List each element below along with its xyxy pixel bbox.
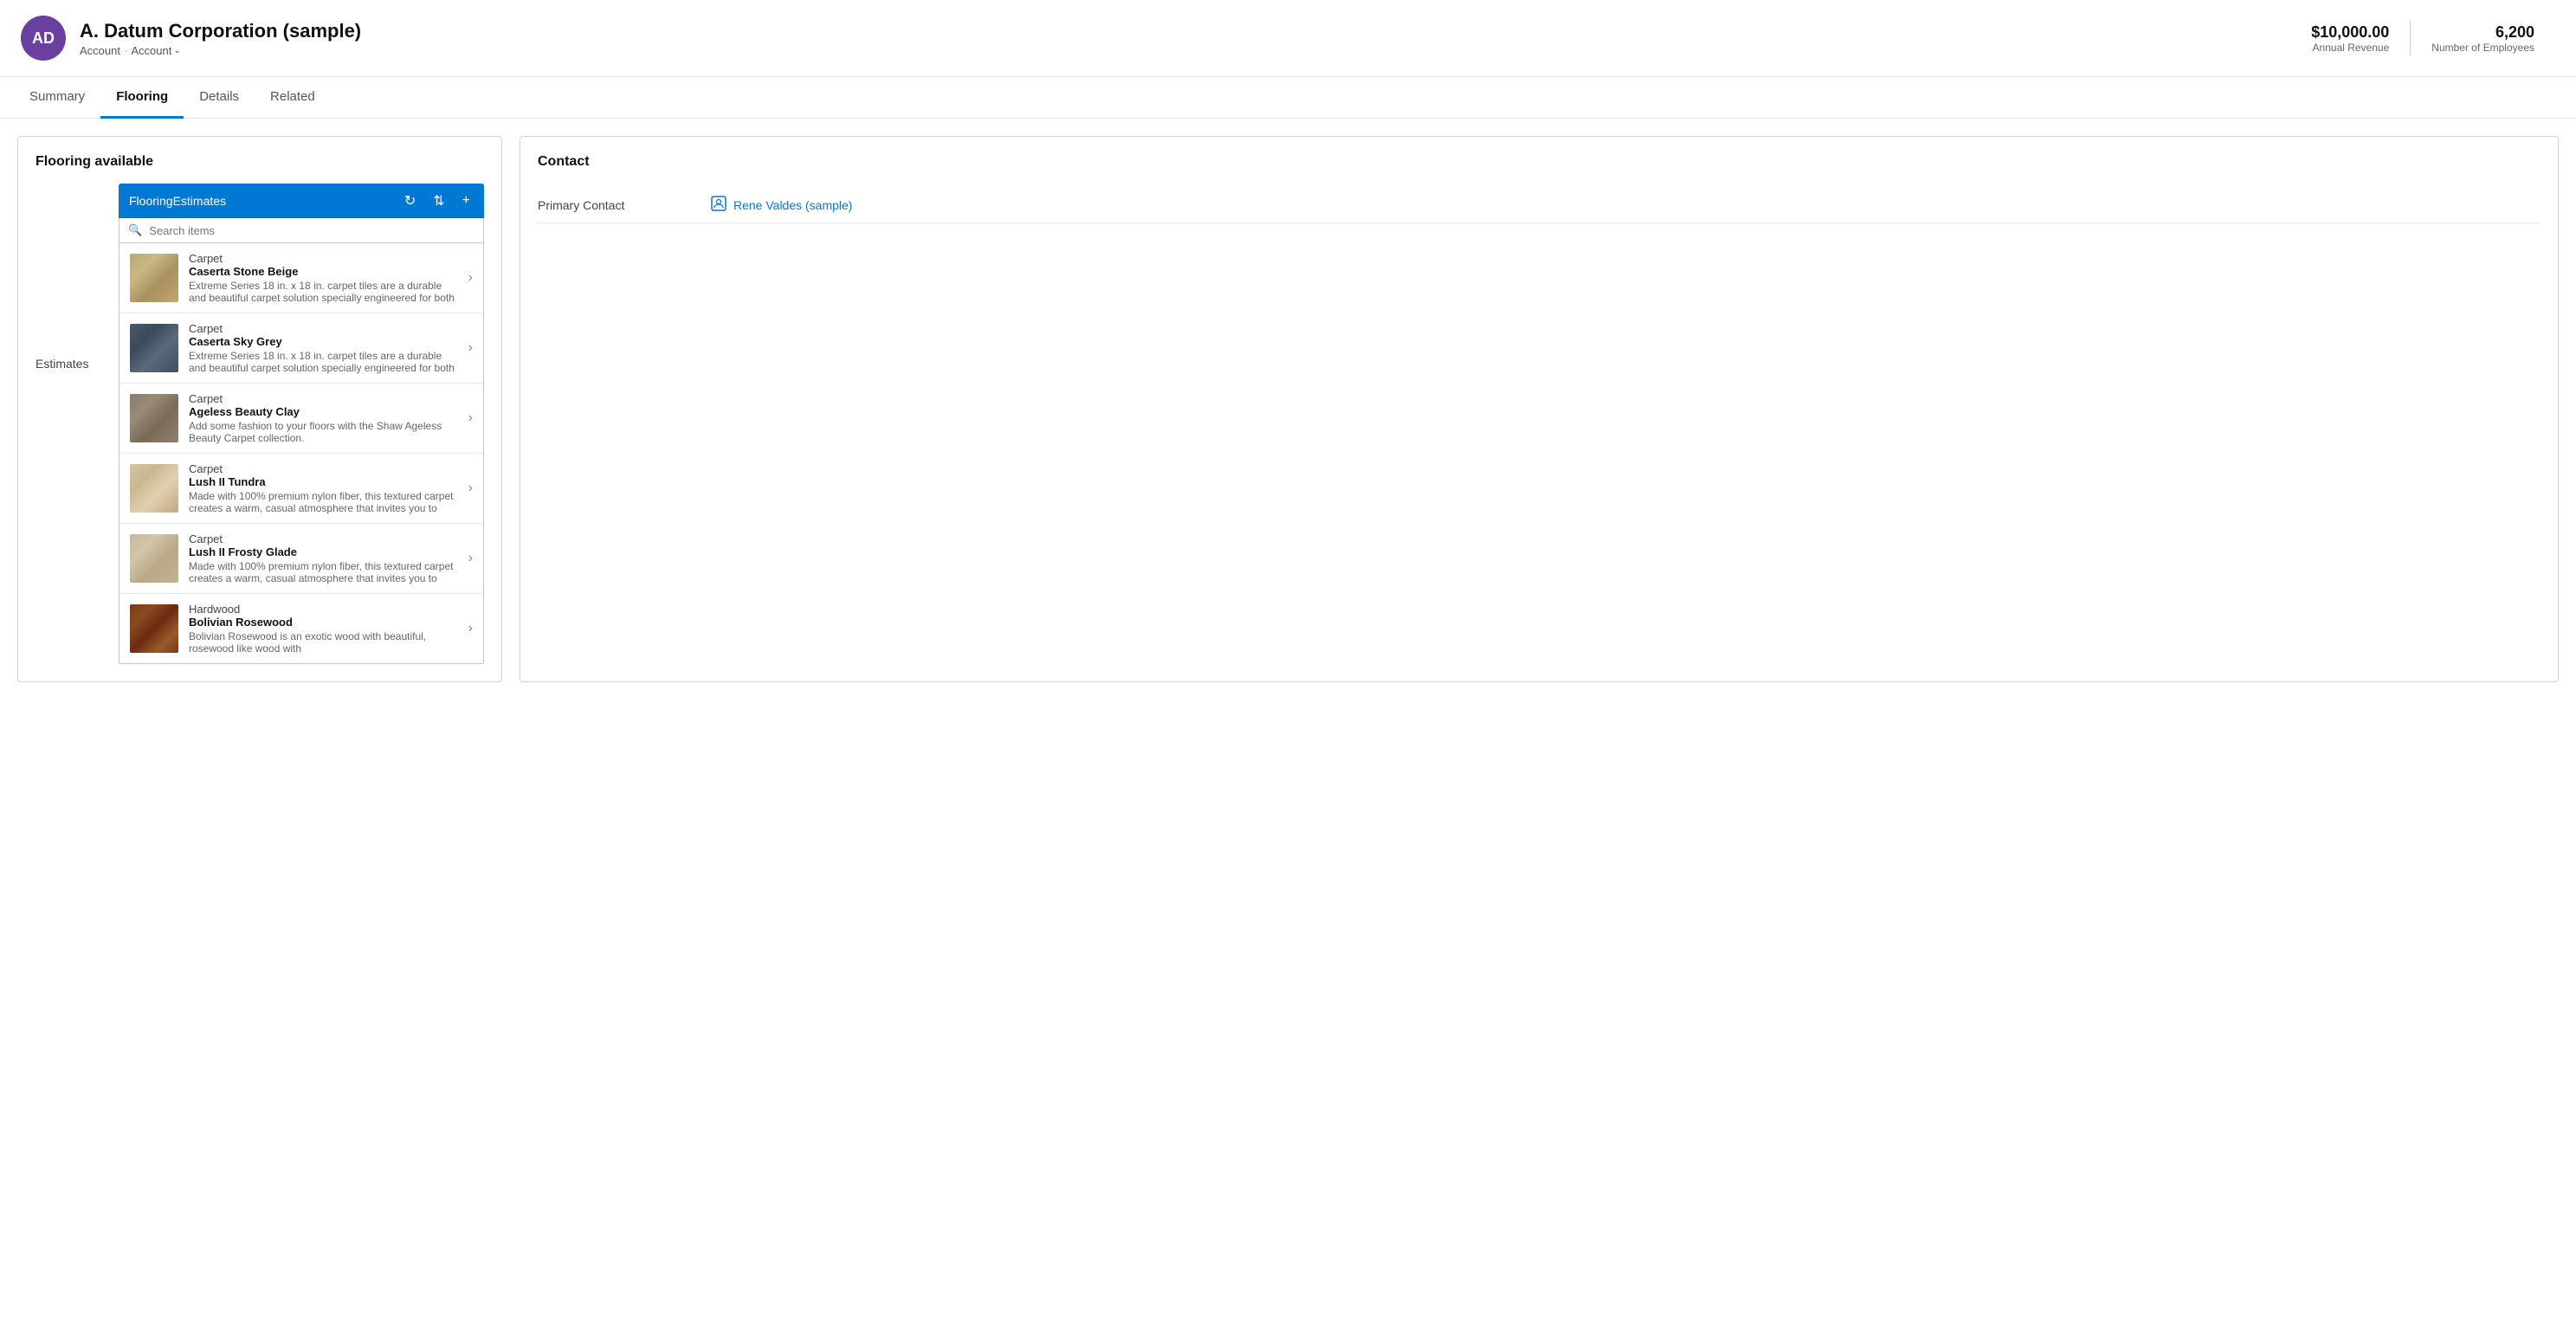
item-description: Extreme Series 18 in. x 18 in. carpet ti…: [189, 280, 458, 304]
header-title-block: A. Datum Corporation (sample) Account · …: [80, 20, 361, 57]
tab-related[interactable]: Related: [255, 77, 331, 119]
item-chevron-icon: ›: [468, 621, 473, 636]
item-name: Ageless Beauty Clay: [189, 405, 458, 418]
annual-revenue-stat: $10,000.00 Annual Revenue: [2290, 23, 2410, 54]
item-thumbnail: [130, 604, 178, 653]
item-info: Carpet Caserta Stone Beige Extreme Serie…: [189, 252, 458, 304]
contact-row: Primary Contact Rene Valdes (sample): [538, 187, 2540, 223]
item-description: Add some fashion to your floors with the…: [189, 420, 458, 444]
left-panel: Flooring available Estimates FlooringEst…: [17, 136, 502, 682]
item-type: Carpet: [189, 532, 458, 545]
item-info: Carpet Ageless Beauty Clay Add some fash…: [189, 392, 458, 444]
item-name: Lush II Tundra: [189, 475, 458, 488]
tab-summary[interactable]: Summary: [14, 77, 100, 119]
list-item[interactable]: Carpet Lush II Frosty Glade Made with 10…: [119, 524, 483, 594]
nav-tabs: Summary Flooring Details Related: [0, 77, 2576, 119]
breadcrumb-chevron-icon: ⌄: [173, 46, 180, 55]
list-item[interactable]: Carpet Caserta Sky Grey Extreme Series 1…: [119, 313, 483, 384]
page-header: AD A. Datum Corporation (sample) Account…: [0, 0, 2576, 77]
right-panel: Contact Primary Contact Rene Valdes (sam…: [520, 136, 2559, 682]
item-name: Bolivian Rosewood: [189, 616, 458, 629]
employees-stat: 6,200 Number of Employees: [2411, 23, 2555, 54]
item-description: Extreme Series 18 in. x 18 in. carpet ti…: [189, 350, 458, 374]
item-info: Carpet Caserta Sky Grey Extreme Series 1…: [189, 322, 458, 374]
item-type: Hardwood: [189, 603, 458, 616]
contact-person-icon: [711, 196, 726, 214]
item-chevron-icon: ›: [468, 410, 473, 426]
item-chevron-icon: ›: [468, 340, 473, 356]
list-item[interactable]: Carpet Lush II Tundra Made with 100% pre…: [119, 454, 483, 524]
breadcrumb-separator: ·: [124, 44, 127, 57]
flooring-items-list: Carpet Caserta Stone Beige Extreme Serie…: [119, 243, 484, 664]
search-icon: 🔍: [128, 223, 142, 237]
item-type: Carpet: [189, 322, 458, 335]
toolbar-title: FlooringEstimates: [129, 194, 391, 208]
breadcrumb: Account · Account ⌄: [80, 44, 361, 57]
main-content: Flooring available Estimates FlooringEst…: [0, 119, 2576, 700]
item-thumbnail: [130, 324, 178, 372]
list-toolbar: FlooringEstimates ↻ ⇅ +: [119, 184, 484, 218]
item-description: Bolivian Rosewood is an exotic wood with…: [189, 630, 458, 655]
item-chevron-icon: ›: [468, 551, 473, 566]
refresh-button[interactable]: ↻: [401, 190, 419, 211]
list-item[interactable]: Carpet Caserta Stone Beige Extreme Serie…: [119, 243, 483, 313]
item-info: Carpet Lush II Tundra Made with 100% pre…: [189, 462, 458, 514]
annual-revenue-value: $10,000.00: [2311, 23, 2389, 42]
add-button[interactable]: +: [459, 191, 474, 210]
company-name: A. Datum Corporation (sample): [80, 20, 361, 42]
item-type: Carpet: [189, 392, 458, 405]
primary-contact-name: Rene Valdes (sample): [733, 198, 852, 212]
item-type: Carpet: [189, 462, 458, 475]
item-thumbnail: [130, 534, 178, 583]
tab-flooring[interactable]: Flooring: [100, 77, 184, 119]
tab-details[interactable]: Details: [184, 77, 255, 119]
primary-contact-link[interactable]: Rene Valdes (sample): [711, 196, 852, 214]
breadcrumb-account2[interactable]: Account ⌄: [131, 44, 180, 57]
sort-button[interactable]: ⇅: [429, 190, 448, 211]
item-thumbnail: [130, 464, 178, 513]
search-bar: 🔍: [119, 218, 484, 243]
breadcrumb-account1: Account: [80, 44, 120, 57]
header-left: AD A. Datum Corporation (sample) Account…: [21, 16, 361, 61]
item-name: Caserta Stone Beige: [189, 265, 458, 278]
header-right: $10,000.00 Annual Revenue 6,200 Number o…: [2290, 21, 2555, 55]
item-info: Carpet Lush II Frosty Glade Made with 10…: [189, 532, 458, 584]
annual-revenue-label: Annual Revenue: [2311, 42, 2389, 54]
panel-title: Flooring available: [36, 154, 484, 170]
item-chevron-icon: ›: [468, 270, 473, 286]
search-input[interactable]: [149, 224, 475, 237]
item-description: Made with 100% premium nylon fiber, this…: [189, 560, 458, 584]
item-thumbnail: [130, 254, 178, 302]
section-label: Estimates: [36, 357, 105, 664]
item-name: Lush II Frosty Glade: [189, 545, 458, 558]
contact-title: Contact: [538, 154, 2540, 170]
company-avatar: AD: [21, 16, 66, 61]
item-chevron-icon: ›: [468, 481, 473, 496]
list-item[interactable]: Hardwood Bolivian Rosewood Bolivian Rose…: [119, 594, 483, 663]
item-type: Carpet: [189, 252, 458, 265]
contact-label: Primary Contact: [538, 198, 694, 212]
item-description: Made with 100% premium nylon fiber, this…: [189, 490, 458, 514]
list-item[interactable]: Carpet Ageless Beauty Clay Add some fash…: [119, 384, 483, 454]
item-info: Hardwood Bolivian Rosewood Bolivian Rose…: [189, 603, 458, 655]
flooring-list-wrapper: FlooringEstimates ↻ ⇅ + 🔍 Carpet: [119, 184, 484, 664]
item-name: Caserta Sky Grey: [189, 335, 458, 348]
flooring-section: Estimates FlooringEstimates ↻ ⇅ + 🔍: [36, 184, 484, 664]
item-thumbnail: [130, 394, 178, 442]
employees-label: Number of Employees: [2431, 42, 2534, 54]
employees-value: 6,200: [2431, 23, 2534, 42]
